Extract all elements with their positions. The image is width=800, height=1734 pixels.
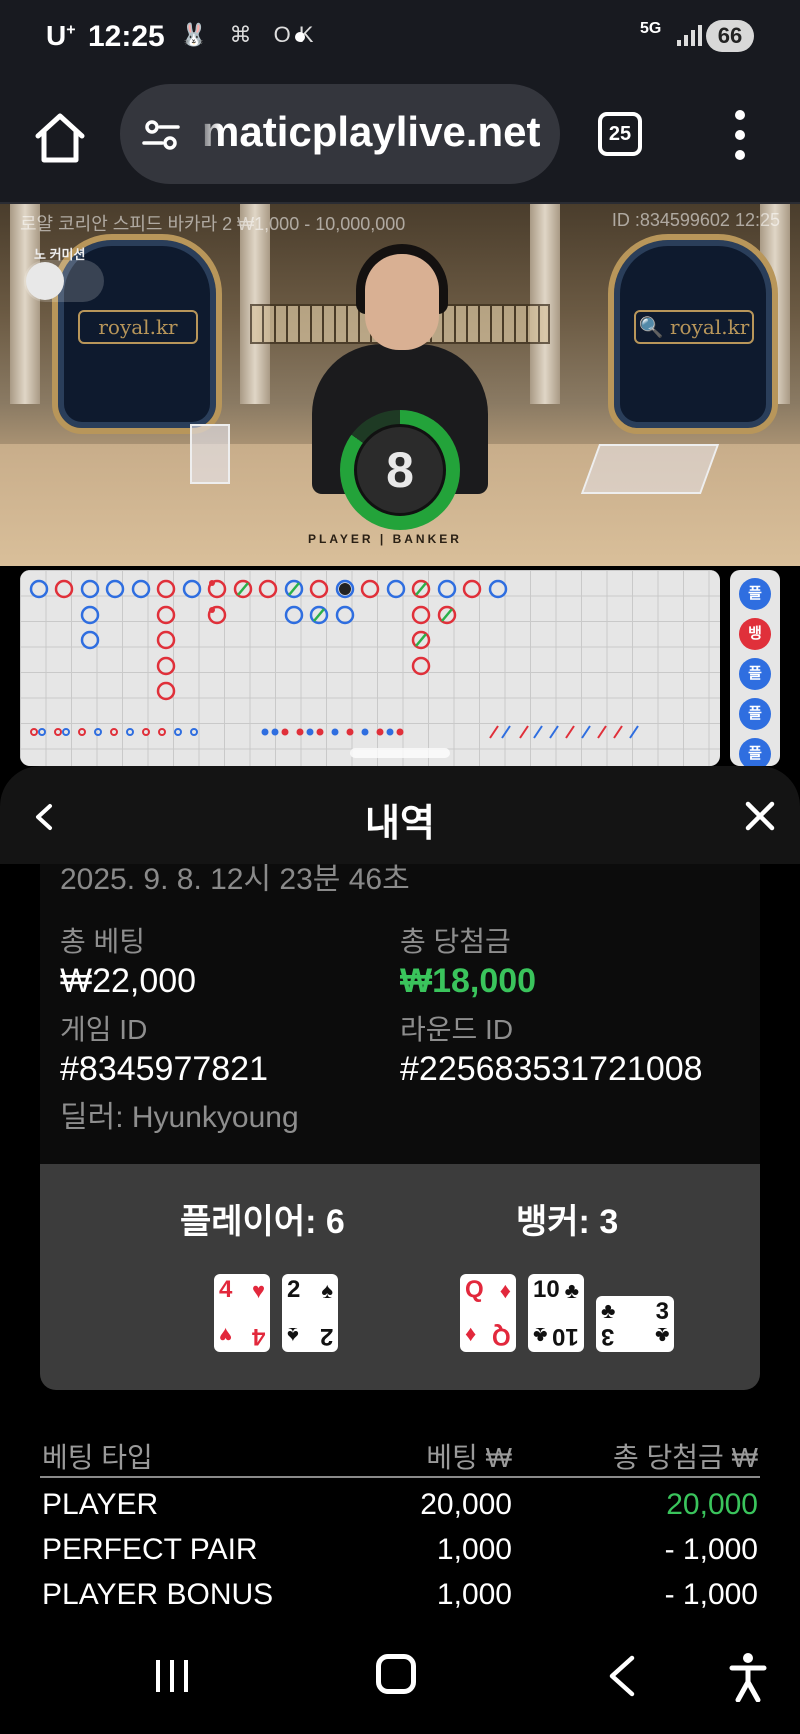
road-map-board[interactable] [20,570,720,766]
bet-type: PLAYER BONUS [42,1578,274,1611]
notification-dot-icon [295,32,305,42]
home-nav-icon[interactable] [376,1654,416,1694]
hands-panel: 플레이어: 6 뱅커: 3 4 ♥ ♥ 4 2 ♠ ♠ 2 Q ♦ ♦ Q 10 ♣ ♣ 10 … [40,1164,760,1390]
total-bet-value: ₩22,000 [60,962,197,1000]
home-icon[interactable] [30,108,90,168]
road-marks [29,579,639,739]
network-type: 5G [640,20,662,37]
total-win-value: ₩18,000 [400,962,537,1000]
countdown-timer: 8 [340,410,460,530]
win-amount: 20,000 [666,1488,758,1521]
arch-left-label: royal.kr [78,310,198,344]
header-bet-type: 베팅 타입 [42,1442,153,1473]
accessibility-icon[interactable] [728,1652,768,1702]
android-nav-bar [0,1614,800,1734]
table-info: 로얄 코리안 스피드 바카라 2 ₩1,000 - 10,000,000 [20,214,406,234]
arch-right-label: 🔍 royal.kr [634,310,754,344]
url-text[interactable]: maticplaylive.net [202,108,552,156]
banker-card-3: 3 ♣ ♣ 3 [596,1296,674,1352]
banker-card-1: Q ♦ ♦ Q [460,1274,516,1352]
player-banker-text: PLAYER | BANKER [308,532,462,546]
prediction-player-1[interactable]: 플 [739,578,771,610]
header-win-amount: 총 당첨금 ₩ [612,1442,758,1473]
header-bet-amount: 베팅 ₩ [426,1442,512,1473]
table-row: PERFECT PAIR 1,000 - 1,000 [40,1523,760,1568]
battery-icon: 66 [706,20,754,52]
round-id-value: #225683531721008 [400,1050,703,1088]
address-bar[interactable]: maticplaylive.net [120,84,560,184]
arch-right: 🔍 royal.kr [608,234,778,434]
round-detail-card: 2025. 9. 8. 12시 23분 46초 총 베팅 ₩22,000 총 당… [40,864,760,1164]
bet-amount: 1,000 [436,1533,512,1566]
round-date: 2025. 9. 8. 12시 23분 46초 [60,864,410,896]
total-win-label: 총 당첨금 [400,926,511,957]
status-bar: U+ 12:25 🐰 ⌘ OK 5G 66 [0,0,800,76]
sheet-title: 내역 [365,803,435,845]
tab-switcher-button[interactable]: 25 [598,112,642,156]
more-menu-icon[interactable] [730,110,750,162]
history-sheet: 내역 2025. 9. 8. 12시 23분 46초 총 베팅 ₩22,000 … [0,766,800,1614]
win-amount: - 1,000 [664,1578,758,1611]
bets-table: 베팅 타입 베팅 ₩ 총 당첨금 ₩ PLAYER 20,000 20,000 … [40,1426,760,1613]
bets-table-header: 베팅 타입 베팅 ₩ 총 당첨금 ₩ [40,1426,760,1478]
win-amount: - 1,000 [664,1533,758,1566]
bet-type: PERFECT PAIR [42,1533,258,1566]
banker-card-2: 10 ♣ ♣ 10 [528,1274,584,1352]
prediction-player-3[interactable]: 플 [739,698,771,730]
no-commission-toggle[interactable] [24,260,104,302]
discard-tray [190,424,230,484]
live-video-stream[interactable]: royal.kr 🔍 royal.kr PLAYER | BANKER 8 로얄… [0,204,800,566]
back-nav-icon[interactable] [602,1654,642,1698]
url-fade [194,104,220,164]
toggle-knob [26,262,64,300]
bet-type: PLAYER [42,1488,159,1521]
card-shoe [580,444,720,494]
browser-toolbar: maticplaylive.net 25 [0,76,800,204]
table-row: PLAYER BONUS 1,000 - 1,000 [40,1568,760,1613]
prediction-player-2[interactable]: 플 [739,658,771,690]
signal-icon [677,25,702,46]
close-icon[interactable] [742,798,778,834]
round-info: ID :834599602 12:25 [611,210,780,230]
player-hand-total: 플레이어: 6 [180,1203,345,1241]
bet-amount: 1,000 [436,1578,512,1611]
sheet-header: 내역 [0,766,800,864]
game-id-value: #8345977821 [60,1050,269,1088]
table-row: PLAYER 20,000 20,000 [40,1478,760,1523]
player-card-1: 4 ♥ ♥ 4 [214,1274,270,1352]
site-settings-icon[interactable] [140,114,182,156]
countdown-value: 8 [354,424,446,516]
recent-apps-icon[interactable] [152,1658,192,1694]
prediction-panel: 플 뱅 플 플 플 [730,570,780,766]
prediction-banker[interactable]: 뱅 [739,618,771,650]
player-card-2: 2 ♠ ♠ 2 [282,1274,338,1352]
banker-hand-total: 뱅커: 3 [516,1203,619,1241]
game-id-label: 게임 ID [60,1014,148,1045]
bet-amount: 20,000 [420,1488,512,1521]
prediction-player-4[interactable]: 플 [739,738,771,766]
dealer-face [365,254,439,350]
round-id-label: 라운드 ID [400,1014,514,1045]
carrier-label: U+ [46,20,76,51]
clock: 12:25 [88,20,165,53]
total-bet-label: 총 베팅 [60,926,146,957]
sheet-drag-handle[interactable] [350,748,450,758]
dealer-name: 딜러: Hyunkyoung [60,1101,299,1134]
